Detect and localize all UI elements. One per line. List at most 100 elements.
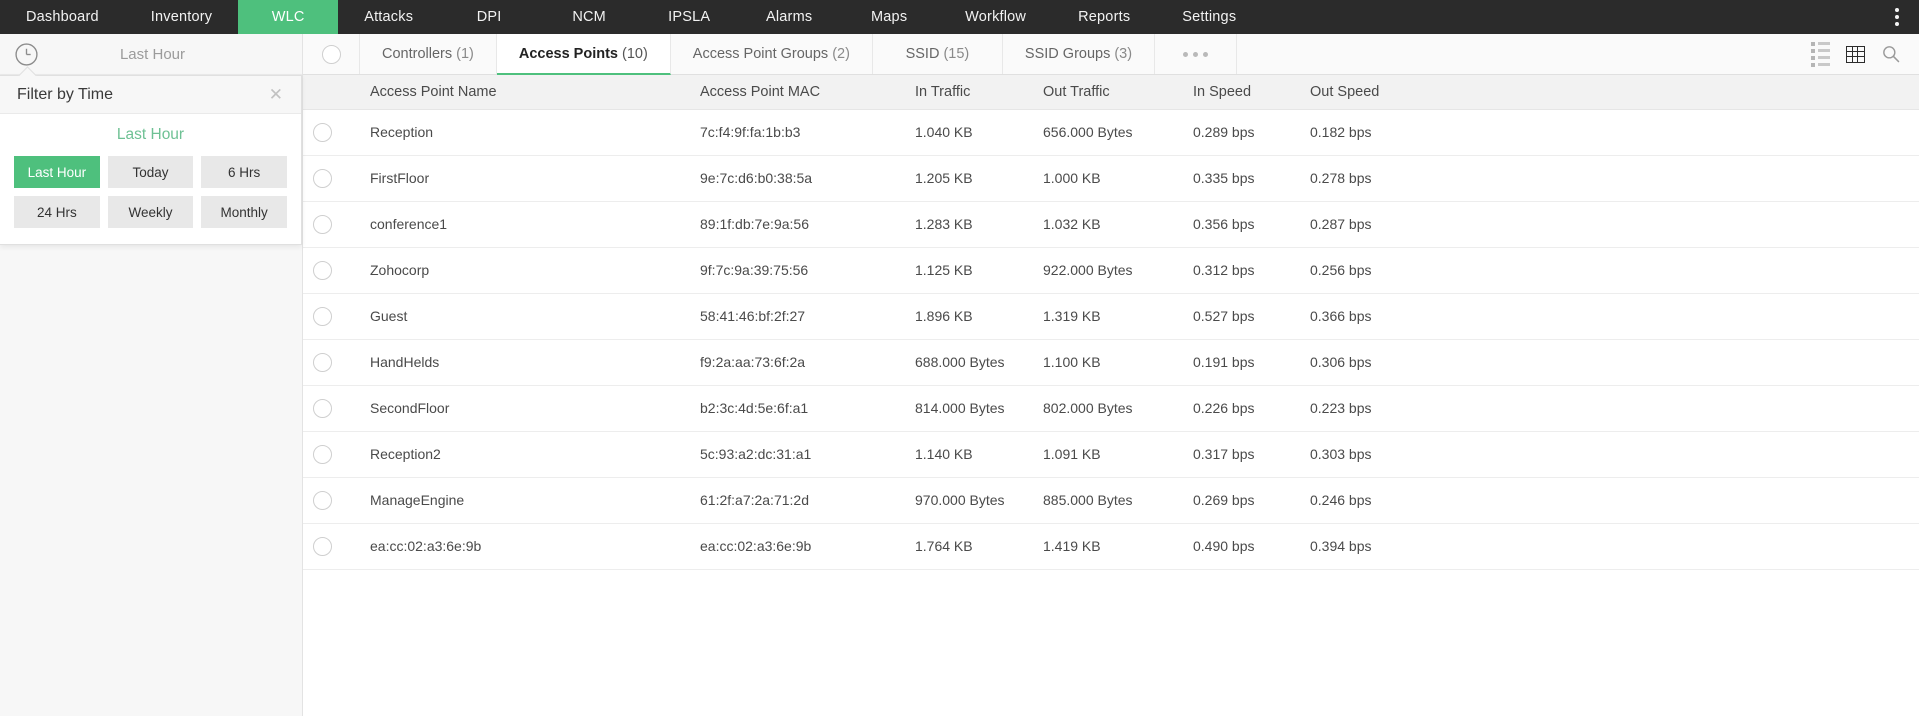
tab-count: (3)	[1114, 46, 1132, 62]
tab-access-point-groups[interactable]: Access Point Groups(2)	[671, 34, 873, 74]
cell-name: HandHelds	[360, 339, 690, 385]
cell-mac: 9f:7c:9a:39:75:56	[690, 247, 905, 293]
nav-item-maps[interactable]: Maps	[839, 0, 939, 34]
ellipsis-icon[interactable]	[1155, 34, 1237, 74]
cell-mac: 61:2f:a7:2a:71:2d	[690, 477, 905, 523]
cell-name: FirstFloor	[360, 155, 690, 201]
nav-item-settings[interactable]: Settings	[1156, 0, 1262, 34]
nav-item-dpi[interactable]: DPI	[439, 0, 539, 34]
cell-name: ea:cc:02:a3:6e:9b	[360, 523, 690, 569]
close-icon[interactable]: ✕	[265, 84, 287, 105]
cell-in-traffic: 1.140 KB	[905, 431, 1033, 477]
cell-out-speed: 0.256 bps	[1300, 247, 1919, 293]
row-select-radio[interactable]	[313, 261, 332, 280]
cell-out-speed: 0.394 bps	[1300, 523, 1919, 569]
tab-ssid[interactable]: SSID(15)	[873, 34, 1003, 74]
column-header[interactable]: Access Point Name	[360, 75, 690, 109]
select-all-radio[interactable]	[322, 45, 341, 64]
tab-label: SSID Groups	[1025, 46, 1110, 62]
tab-ssid-groups[interactable]: SSID Groups(3)	[1003, 34, 1155, 74]
column-header[interactable]: Out Speed	[1300, 75, 1919, 109]
row-select-radio[interactable]	[313, 537, 332, 556]
cell-name: Reception	[360, 109, 690, 155]
tab-access-points[interactable]: Access Points(10)	[497, 34, 671, 75]
table-row[interactable]: Guest58:41:46:bf:2f:271.896 KB1.319 KB0.…	[303, 293, 1919, 339]
nav-item-attacks[interactable]: Attacks	[338, 0, 439, 34]
row-select-radio[interactable]	[313, 169, 332, 188]
time-option-6-hrs[interactable]: 6 Hrs	[201, 156, 287, 188]
table-row[interactable]: ea:cc:02:a3:6e:9bea:cc:02:a3:6e:9b1.764 …	[303, 523, 1919, 569]
cell-in-speed: 0.269 bps	[1183, 477, 1300, 523]
row-select-cell	[303, 201, 360, 247]
row-select-radio[interactable]	[313, 353, 332, 372]
nav-item-ncm[interactable]: NCM	[539, 0, 639, 34]
column-header[interactable]: Out Traffic	[1033, 75, 1183, 109]
search-icon[interactable]	[1881, 44, 1901, 64]
tab-count: (15)	[943, 46, 969, 62]
table-row[interactable]: Zohocorp9f:7c:9a:39:75:561.125 KB922.000…	[303, 247, 1919, 293]
time-option-today[interactable]: Today	[108, 156, 194, 188]
row-select-cell	[303, 523, 360, 569]
nav-item-alarms[interactable]: Alarms	[739, 0, 839, 34]
main-panel: Controllers(1)Access Points(10)Access Po…	[303, 34, 1919, 716]
column-header[interactable]: In Traffic	[905, 75, 1033, 109]
cell-mac: f9:2a:aa:73:6f:2a	[690, 339, 905, 385]
time-option-24-hrs[interactable]: 24 Hrs	[14, 196, 100, 228]
cell-name: Reception2	[360, 431, 690, 477]
row-select-radio[interactable]	[313, 491, 332, 510]
cell-in-traffic: 814.000 Bytes	[905, 385, 1033, 431]
tab-count: (1)	[456, 46, 474, 62]
table-row[interactable]: Reception25c:93:a2:dc:31:a11.140 KB1.091…	[303, 431, 1919, 477]
nav-item-workflow[interactable]: Workflow	[939, 0, 1052, 34]
table-row[interactable]: HandHeldsf9:2a:aa:73:6f:2a688.000 Bytes1…	[303, 339, 1919, 385]
tab-count: (10)	[622, 46, 648, 62]
table-row[interactable]: SecondFloorb2:3c:4d:5e:6f:a1814.000 Byte…	[303, 385, 1919, 431]
cell-name: ManageEngine	[360, 477, 690, 523]
cell-in-speed: 0.226 bps	[1183, 385, 1300, 431]
tab-label: Access Points	[519, 46, 618, 62]
nav-item-ipsla[interactable]: IPSLA	[639, 0, 739, 34]
cell-out-traffic: 922.000 Bytes	[1033, 247, 1183, 293]
kebab-menu-icon[interactable]	[1889, 2, 1905, 32]
time-filter-bar[interactable]: Last Hour	[0, 34, 302, 75]
select-all-cell	[303, 34, 360, 74]
grid-view-icon[interactable]	[1846, 46, 1865, 63]
filter-selected-range: Last Hour	[14, 126, 287, 144]
time-option-last-hour[interactable]: Last Hour	[14, 156, 100, 188]
cell-in-speed: 0.356 bps	[1183, 201, 1300, 247]
nav-item-reports[interactable]: Reports	[1052, 0, 1156, 34]
cell-out-traffic: 1.000 KB	[1033, 155, 1183, 201]
cell-in-speed: 0.312 bps	[1183, 247, 1300, 293]
row-select-radio[interactable]	[313, 445, 332, 464]
cell-mac: ea:cc:02:a3:6e:9b	[690, 523, 905, 569]
cell-out-speed: 0.278 bps	[1300, 155, 1919, 201]
row-select-radio[interactable]	[313, 399, 332, 418]
table-header: Access Point NameAccess Point MACIn Traf…	[303, 75, 1919, 109]
cell-out-speed: 0.182 bps	[1300, 109, 1919, 155]
table-row[interactable]: conference189:1f:db:7e:9a:561.283 KB1.03…	[303, 201, 1919, 247]
nav-item-dashboard[interactable]: Dashboard	[0, 0, 125, 34]
table-row[interactable]: Reception7c:f4:9f:fa:1b:b31.040 KB656.00…	[303, 109, 1919, 155]
tab-label: SSID	[906, 46, 940, 62]
column-header[interactable]: Access Point MAC	[690, 75, 905, 109]
row-select-radio[interactable]	[313, 215, 332, 234]
row-select-radio[interactable]	[313, 123, 332, 142]
table-row[interactable]: FirstFloor9e:7c:d6:b0:38:5a1.205 KB1.000…	[303, 155, 1919, 201]
nav-item-inventory[interactable]: Inventory	[125, 0, 238, 34]
row-select-radio[interactable]	[313, 307, 332, 326]
cell-mac: 9e:7c:d6:b0:38:5a	[690, 155, 905, 201]
cell-in-speed: 0.191 bps	[1183, 339, 1300, 385]
tab-controllers[interactable]: Controllers(1)	[360, 34, 497, 74]
filter-by-time-popover: Filter by Time ✕ Last Hour Last HourToda…	[0, 75, 302, 245]
tab-label: Controllers	[382, 46, 452, 62]
list-view-icon[interactable]	[1811, 42, 1830, 67]
table-row[interactable]: ManageEngine61:2f:a7:2a:71:2d970.000 Byt…	[303, 477, 1919, 523]
time-option-weekly[interactable]: Weekly	[108, 196, 194, 228]
column-header[interactable]: In Speed	[1183, 75, 1300, 109]
table-body: Reception7c:f4:9f:fa:1b:b31.040 KB656.00…	[303, 109, 1919, 569]
time-range-options: Last HourToday6 Hrs 24 HrsWeeklyMonthly	[14, 156, 287, 228]
cell-in-speed: 0.527 bps	[1183, 293, 1300, 339]
time-option-monthly[interactable]: Monthly	[201, 196, 287, 228]
nav-item-wlc[interactable]: WLC	[238, 0, 338, 34]
cell-out-speed: 0.303 bps	[1300, 431, 1919, 477]
